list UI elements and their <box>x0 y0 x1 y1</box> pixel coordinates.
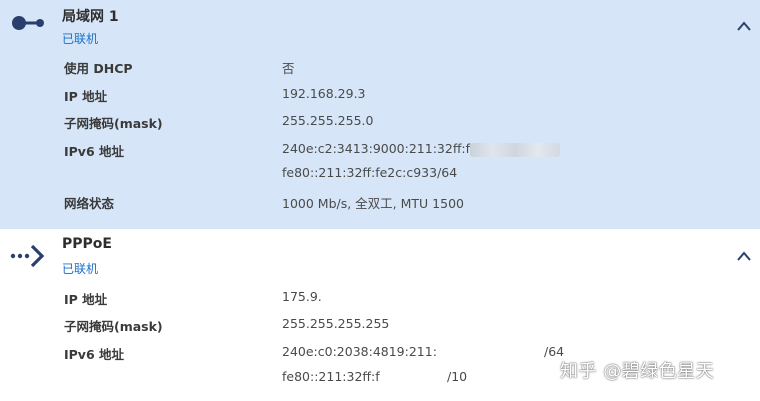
lan-ip-value: 192.168.29.3 <box>282 86 366 101</box>
watermark: 知乎 @碧绿色星天 <box>560 361 715 382</box>
lan-netstatus-value: 1000 Mb/s, 全双工, MTU 1500 <box>282 196 464 211</box>
pppoe-mask-label: 子网掩码(mask) <box>64 319 163 334</box>
pppoe-ip-label: IP 地址 <box>64 292 108 307</box>
lan-ip-label: IP 地址 <box>64 89 108 104</box>
pppoe-title: PPPoE <box>62 236 112 252</box>
pppoe-arrow-icon <box>10 244 45 268</box>
lan-dhcp-value: 否 <box>282 61 295 76</box>
lan-dhcp-label: 使用 DHCP <box>64 61 133 76</box>
pppoe-ipv6-label: IPv6 地址 <box>64 347 125 362</box>
lan-ipv6-value2: fe80::211:32ff:fe2c:c933/64 <box>282 165 458 180</box>
pppoe-ipv6-value2-suffix: /10 <box>447 369 468 384</box>
pppoe-ip-value: 175.9. <box>282 289 322 304</box>
lan-status: 已联机 <box>62 32 99 46</box>
pppoe-status: 已联机 <box>62 262 99 276</box>
lan-ipv6-value-text: 240e:c2:3413:9000:211:32ff:f <box>282 141 471 156</box>
pppoe-ipv6-value2: fe80::211:32ff:f <box>282 369 380 384</box>
redacted-blur <box>470 142 561 157</box>
lan-ipv6-value: 240e:c2:3413:9000:211:32ff:f <box>282 141 561 157</box>
lan-mask-label: 子网掩码(mask) <box>64 116 163 131</box>
lan-netstatus-label: 网络状态 <box>64 196 115 211</box>
pppoe-ipv6-value: 240e:c0:2038:4819:211: <box>282 344 437 359</box>
lan-mask-value: 255.255.255.0 <box>282 113 374 128</box>
lan-title: 局域网 1 <box>62 9 119 25</box>
chevron-up-icon[interactable] <box>736 20 752 32</box>
lan-ipv6-label: IPv6 地址 <box>64 144 125 159</box>
pppoe-mask-value: 255.255.255.255 <box>282 316 390 331</box>
network-port-icon <box>12 16 44 30</box>
lan-section[interactable]: 局域网 1 已联机 使用 DHCP 否 IP 地址 192.168.29.3 子… <box>0 0 760 229</box>
chevron-up-icon[interactable] <box>736 250 752 262</box>
